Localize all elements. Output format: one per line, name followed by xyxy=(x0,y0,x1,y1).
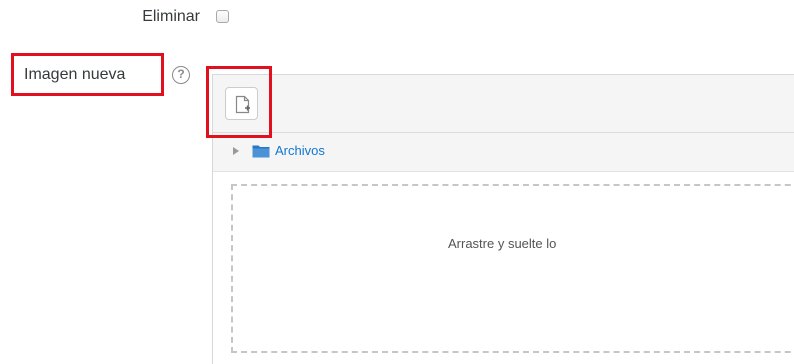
help-icon[interactable]: ? xyxy=(172,66,190,84)
folder-link[interactable]: Archivos xyxy=(275,143,325,159)
drop-zone[interactable] xyxy=(231,184,794,353)
file-manager-path: Archivos xyxy=(213,133,794,172)
delete-checkbox[interactable] xyxy=(216,10,229,23)
expand-arrow-icon[interactable] xyxy=(233,147,239,155)
file-manager-toolbar xyxy=(213,75,794,133)
delete-label: Eliminar xyxy=(142,8,200,25)
folder-icon xyxy=(252,145,270,158)
form-root: Eliminar Imagen nueva ? Archivos Arrastr… xyxy=(0,0,794,364)
file-manager: Archivos xyxy=(212,74,794,364)
label-highlight-box xyxy=(11,53,164,96)
drop-zone-text: Arrastre y suelte lo xyxy=(448,236,557,251)
button-highlight-box xyxy=(206,66,272,138)
